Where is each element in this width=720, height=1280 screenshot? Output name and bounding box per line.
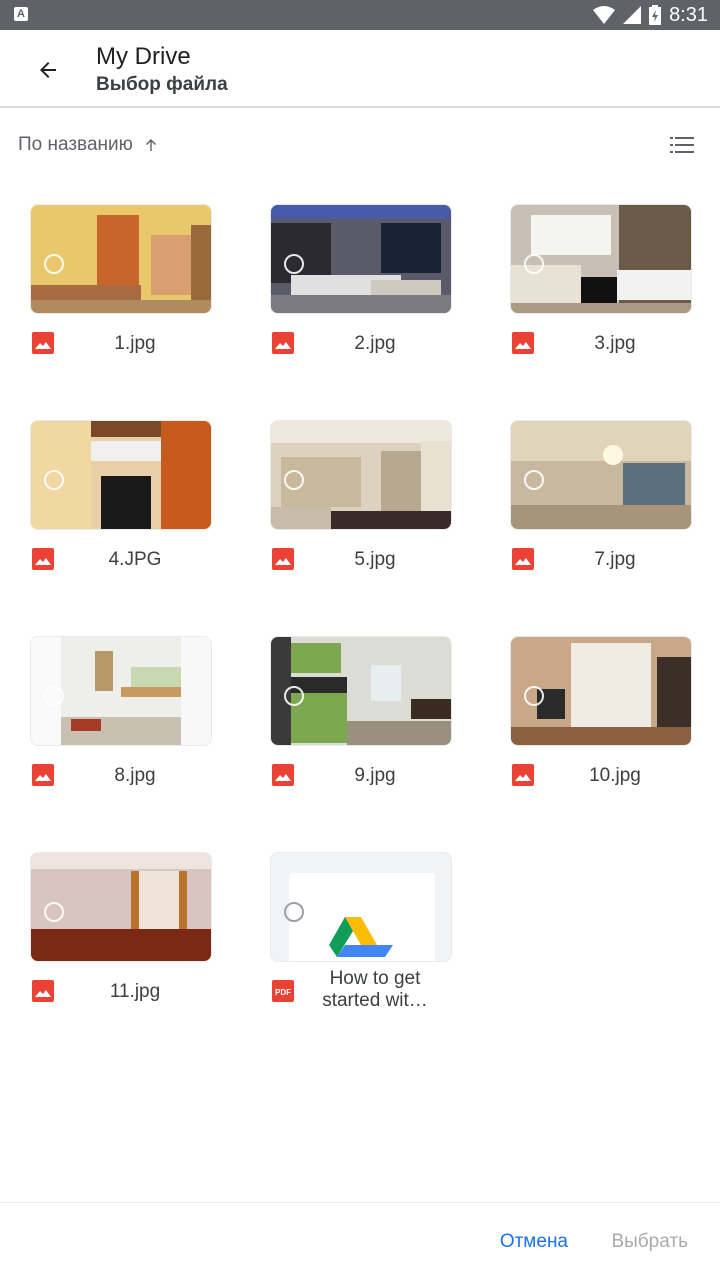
image-file-icon: [272, 332, 294, 354]
pdf-file-icon: PDF: [272, 980, 294, 1002]
file-card[interactable]: 8.jpg: [30, 614, 212, 814]
select-radio[interactable]: [524, 254, 544, 274]
sort-label: По названию: [18, 134, 133, 155]
file-card[interactable]: PDF How to get started wit…: [270, 830, 452, 1030]
file-name: 8.jpg: [114, 765, 156, 786]
file-name: 5.jpg: [354, 549, 396, 570]
clock: 8:31: [669, 3, 708, 26]
list-view-button[interactable]: [670, 136, 698, 156]
cancel-button[interactable]: Отмена: [500, 1231, 568, 1253]
app-bar: My Drive Выбор файла: [0, 30, 720, 108]
file-card[interactable]: 3.jpg: [510, 182, 692, 382]
file-name: How to get started wit…: [322, 968, 428, 1011]
image-file-icon: [512, 332, 534, 354]
select-radio[interactable]: [284, 902, 304, 922]
select-radio[interactable]: [44, 686, 64, 706]
file-card[interactable]: 11.jpg: [30, 830, 212, 1030]
file-card[interactable]: 4.JPG: [30, 398, 212, 598]
battery-icon: [649, 5, 662, 25]
image-file-icon: [512, 548, 534, 570]
image-file-icon: [32, 980, 54, 1002]
status-bar: A 8:31: [0, 0, 720, 30]
select-radio[interactable]: [44, 470, 64, 490]
sort-by-name-button[interactable]: По названию: [18, 134, 159, 156]
select-radio[interactable]: [284, 254, 304, 274]
file-name: 9.jpg: [354, 765, 396, 786]
file-card[interactable]: 5.jpg: [270, 398, 452, 598]
image-file-icon: [32, 548, 54, 570]
list-view-icon: [670, 137, 694, 153]
select-radio[interactable]: [524, 470, 544, 490]
select-radio[interactable]: [284, 470, 304, 490]
page-title: My Drive: [96, 43, 191, 70]
file-card[interactable]: 7.jpg: [510, 398, 692, 598]
page-subtitle: Выбор файла: [96, 74, 228, 95]
file-card[interactable]: 2.jpg: [270, 182, 452, 382]
image-file-icon: [272, 548, 294, 570]
image-file-icon: [272, 764, 294, 786]
back-button[interactable]: [24, 50, 72, 90]
file-name: 4.JPG: [108, 549, 162, 570]
file-card[interactable]: 1.jpg: [30, 182, 212, 382]
select-radio[interactable]: [44, 902, 64, 922]
sort-bar: По названию: [0, 110, 720, 182]
image-file-icon: [32, 764, 54, 786]
wifi-icon: [593, 6, 616, 24]
file-name: 7.jpg: [594, 549, 636, 570]
image-file-icon: [512, 764, 534, 786]
bottom-action-bar: Отмена Выбрать: [0, 1202, 720, 1280]
arrow-up-icon: [145, 139, 156, 151]
image-file-icon: [32, 332, 54, 354]
file-name: 3.jpg: [594, 333, 636, 354]
a-notification-icon: A: [14, 7, 28, 21]
file-name: 11.jpg: [109, 981, 161, 1002]
file-name: 2.jpg: [354, 333, 396, 354]
file-name: 1.jpg: [114, 333, 156, 354]
signal-icon: [623, 6, 642, 24]
file-name: 10.jpg: [589, 765, 641, 786]
file-card[interactable]: 9.jpg: [270, 614, 452, 814]
select-radio[interactable]: [524, 686, 544, 706]
select-radio[interactable]: [44, 254, 64, 274]
arrow-back-icon: [40, 62, 56, 78]
select-radio[interactable]: [284, 686, 304, 706]
select-button[interactable]: Выбрать: [611, 1231, 688, 1253]
svg-text:PDF: PDF: [275, 988, 291, 997]
file-card[interactable]: 10.jpg: [510, 614, 692, 814]
